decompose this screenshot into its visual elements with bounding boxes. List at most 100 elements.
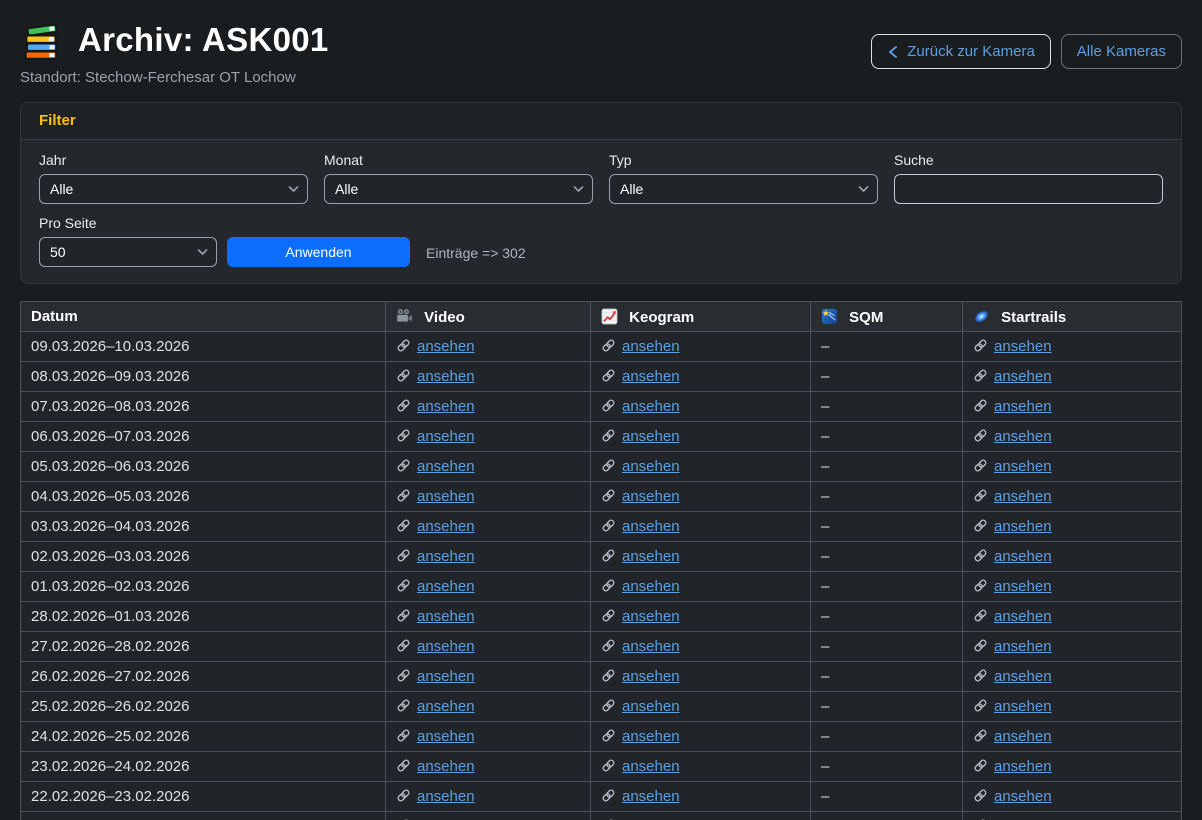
jahr-select[interactable]: Alle xyxy=(39,174,308,204)
keogram-ansehen-link[interactable]: ansehen xyxy=(601,488,680,505)
video-ansehen-link[interactable]: ansehen xyxy=(396,638,475,655)
keogram-ansehen-link[interactable]: ansehen xyxy=(601,638,680,655)
pro-seite-select[interactable]: 50 xyxy=(39,237,217,267)
link-icon xyxy=(601,338,616,353)
startrails-ansehen-link[interactable]: ansehen xyxy=(973,398,1052,415)
video-cell: ansehen xyxy=(386,422,591,452)
startrails-ansehen-link[interactable]: ansehen xyxy=(973,428,1052,445)
startrails-ansehen-link[interactable]: ansehen xyxy=(973,788,1052,805)
startrails-ansehen-link[interactable]: ansehen xyxy=(973,728,1052,745)
monat-select[interactable]: Alle xyxy=(324,174,593,204)
apply-button[interactable]: Anwenden xyxy=(227,237,410,267)
startrails-ansehen-link[interactable]: ansehen xyxy=(973,488,1052,505)
video-ansehen-link[interactable]: ansehen xyxy=(396,698,475,715)
search-input[interactable] xyxy=(894,174,1163,204)
video-ansehen-link[interactable]: ansehen xyxy=(396,398,475,415)
keogram-ansehen-link[interactable]: ansehen xyxy=(601,368,680,385)
link-icon xyxy=(973,368,988,383)
typ-select[interactable]: Alle xyxy=(609,174,878,204)
startrails-cell: ansehen xyxy=(963,542,1182,572)
startrails-ansehen-link[interactable]: ansehen xyxy=(973,548,1052,565)
video-ansehen-link[interactable]: ansehen xyxy=(396,458,475,475)
keogram-ansehen-link[interactable]: ansehen xyxy=(601,428,680,445)
startrails-ansehen-link[interactable]: ansehen xyxy=(973,668,1052,685)
video-ansehen-link[interactable]: ansehen xyxy=(396,368,475,385)
column-header-video: Video xyxy=(386,302,591,332)
startrails-cell: ansehen xyxy=(963,662,1182,692)
keogram-cell: ansehen xyxy=(591,692,811,722)
keogram-ansehen-link[interactable]: ansehen xyxy=(601,668,680,685)
link-icon xyxy=(396,338,411,353)
datum-cell: 06.03.2026–07.03.2026 xyxy=(21,422,386,452)
link-icon xyxy=(396,638,411,653)
datum-cell: 07.03.2026–08.03.2026 xyxy=(21,392,386,422)
startrails-ansehen-link[interactable]: ansehen xyxy=(973,458,1052,475)
link-icon xyxy=(396,428,411,443)
keogram-cell: ansehen xyxy=(591,482,811,512)
top-buttons: Zurück zur Kamera Alle Kameras xyxy=(871,34,1182,69)
startrails-ansehen-link[interactable]: ansehen xyxy=(973,608,1052,625)
keogram-ansehen-link[interactable]: ansehen xyxy=(601,548,680,565)
link-icon xyxy=(601,698,616,713)
table-row: 07.03.2026–08.03.2026ansehenansehen–anse… xyxy=(21,392,1182,422)
keogram-cell: ansehen xyxy=(591,662,811,692)
video-ansehen-link[interactable]: ansehen xyxy=(396,788,475,805)
link-icon xyxy=(601,668,616,683)
video-ansehen-link[interactable]: ansehen xyxy=(396,608,475,625)
filter-card-header: Filter xyxy=(21,103,1181,140)
startrails-cell: ansehen xyxy=(963,602,1182,632)
sqm-cell: – xyxy=(811,482,963,512)
startrails-ansehen-link[interactable]: ansehen xyxy=(973,758,1052,775)
startrails-ansehen-link[interactable]: ansehen xyxy=(973,578,1052,595)
keogram-ansehen-link[interactable]: ansehen xyxy=(601,518,680,535)
video-ansehen-link[interactable]: ansehen xyxy=(396,338,475,355)
datum-cell: 03.03.2026–04.03.2026 xyxy=(21,512,386,542)
column-header-startrails: Startrails xyxy=(963,302,1182,332)
monat-label: Monat xyxy=(324,152,593,168)
link-icon xyxy=(973,758,988,773)
sqm-cell: – xyxy=(811,602,963,632)
video-ansehen-link[interactable]: ansehen xyxy=(396,728,475,745)
sqm-cell: – xyxy=(811,392,963,422)
shooting-star-icon xyxy=(821,308,838,325)
sqm-cell: – xyxy=(811,752,963,782)
datum-cell: 09.03.2026–10.03.2026 xyxy=(21,332,386,362)
page-title: Archiv: ASK001 xyxy=(78,21,329,59)
link-icon xyxy=(601,458,616,473)
all-cameras-button[interactable]: Alle Kameras xyxy=(1061,34,1182,69)
video-ansehen-link[interactable]: ansehen xyxy=(396,758,475,775)
startrails-cell: ansehen xyxy=(963,362,1182,392)
startrails-ansehen-link[interactable]: ansehen xyxy=(973,518,1052,535)
keogram-ansehen-link[interactable]: ansehen xyxy=(601,458,680,475)
video-ansehen-link[interactable]: ansehen xyxy=(396,668,475,685)
keogram-ansehen-link[interactable]: ansehen xyxy=(601,698,680,715)
startrails-ansehen-link[interactable]: ansehen xyxy=(973,698,1052,715)
archive-table: Datum Video xyxy=(20,301,1182,820)
sqm-cell: – xyxy=(811,572,963,602)
startrails-ansehen-link[interactable]: ansehen xyxy=(973,638,1052,655)
sqm-cell: – xyxy=(811,692,963,722)
back-to-camera-button[interactable]: Zurück zur Kamera xyxy=(871,34,1051,69)
keogram-ansehen-link[interactable]: ansehen xyxy=(601,608,680,625)
video-ansehen-link[interactable]: ansehen xyxy=(396,488,475,505)
keogram-ansehen-link[interactable]: ansehen xyxy=(601,788,680,805)
keogram-ansehen-link[interactable]: ansehen xyxy=(601,578,680,595)
link-icon xyxy=(396,458,411,473)
title-block: Archiv: ASK001 Standort: Stechow-Ferches… xyxy=(20,18,329,86)
startrails-ansehen-link[interactable]: ansehen xyxy=(973,368,1052,385)
column-header-keogram: Keogram xyxy=(591,302,811,332)
video-ansehen-link[interactable]: ansehen xyxy=(396,578,475,595)
video-ansehen-link[interactable]: ansehen xyxy=(396,548,475,565)
keogram-ansehen-link[interactable]: ansehen xyxy=(601,758,680,775)
table-row: 21.02.2026–22.02.2026ansehenansehen–anse… xyxy=(21,812,1182,820)
video-ansehen-link[interactable]: ansehen xyxy=(396,518,475,535)
video-ansehen-link[interactable]: ansehen xyxy=(396,428,475,445)
table-row: 06.03.2026–07.03.2026ansehenansehen–anse… xyxy=(21,422,1182,452)
startrails-ansehen-link[interactable]: ansehen xyxy=(973,338,1052,355)
keogram-ansehen-link[interactable]: ansehen xyxy=(601,338,680,355)
video-cell: ansehen xyxy=(386,632,591,662)
keogram-ansehen-link[interactable]: ansehen xyxy=(601,398,680,415)
keogram-ansehen-link[interactable]: ansehen xyxy=(601,728,680,745)
link-icon xyxy=(973,608,988,623)
link-icon xyxy=(973,518,988,533)
